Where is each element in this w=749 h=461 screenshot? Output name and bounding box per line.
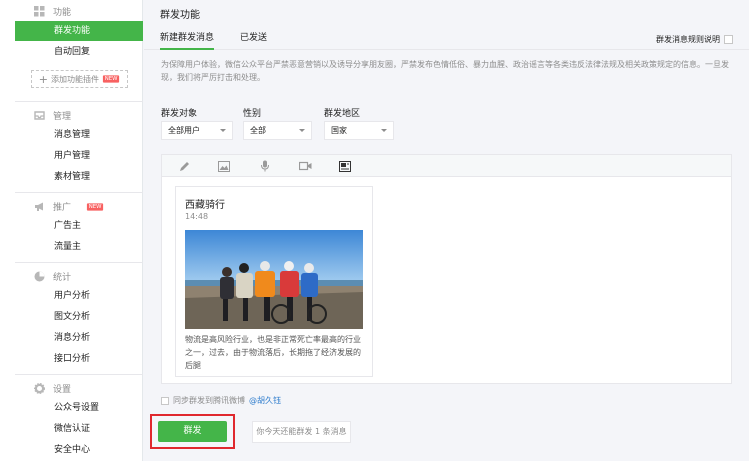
microphone-icon[interactable] [258, 159, 272, 173]
card-description: 物流是高风险行业，也是非正常死亡率最高的行业之一，过去，由于物流落后，长期拖了经… [185, 335, 361, 370]
send-button[interactable]: 群发 [158, 421, 227, 442]
filter-label-target: 群发对象 [161, 109, 198, 119]
tab-new-mass-message[interactable]: 新建群发消息 [160, 28, 215, 50]
filter-label-region: 群发地区 [324, 109, 361, 119]
tab-sent[interactable]: 已发送 [240, 28, 267, 50]
notice-text: 为保障用户体验，微信公众平台严禁恶意营销以及诱导分享朋友圈，严禁发布色情低俗、暴… [161, 60, 729, 82]
gender-select-value: 全部 [250, 126, 266, 135]
card-time: 14:48 [185, 212, 209, 221]
region-select[interactable]: 国家 [324, 121, 394, 140]
sync-weibo-option[interactable]: 同步群发到腾讯微博 @胡久钰 [161, 395, 281, 406]
section-label: 统计 [53, 272, 72, 283]
divider [15, 192, 143, 193]
section-label: 管理 [53, 111, 72, 122]
add-plugin-button[interactable]: + 添加功能插件 NEW [31, 70, 128, 88]
sidebar-item-traffic-owner[interactable]: 流量主 [0, 237, 143, 257]
section-settings: 设置 [0, 378, 143, 398]
sync-checkbox[interactable] [161, 396, 169, 405]
video-icon[interactable] [298, 159, 312, 173]
sidebar-item-message-manage[interactable]: 消息管理 [0, 125, 143, 145]
sidebar-item-material-manage[interactable]: 素材管理 [0, 167, 143, 187]
image-icon[interactable] [217, 159, 231, 173]
document-icon [724, 35, 733, 44]
chevron-down-icon [299, 129, 305, 132]
filter-label-gender: 性别 [243, 109, 262, 119]
page-title: 群发功能 [160, 10, 200, 21]
megaphone-icon [34, 201, 45, 212]
remaining-quota: 你今天还能群发 1 条消息 [252, 421, 351, 443]
sidebar-item-user-manage[interactable]: 用户管理 [0, 146, 143, 166]
section-stats: 统计 [0, 266, 143, 286]
card-title: 西藏骑行 [185, 200, 225, 211]
sidebar-item-article-analysis[interactable]: 图文分析 [0, 307, 143, 327]
gender-select[interactable]: 全部 [243, 121, 312, 140]
sidebar-item-api-analysis[interactable]: 接口分析 [0, 349, 143, 369]
inbox-icon [34, 110, 45, 121]
section-manage: 管理 [0, 105, 143, 125]
sidebar: 功能 群发功能 自动回复 + 添加功能插件 NEW 管理 消息管理 用户管理 素… [0, 0, 143, 461]
weibo-handle-link[interactable]: @胡久钰 [249, 395, 281, 406]
sidebar-item-account-settings[interactable]: 公众号设置 [0, 398, 143, 418]
divider [15, 374, 143, 375]
pie-chart-icon [34, 271, 45, 282]
sidebar-item-mass-send[interactable]: 群发功能 [15, 21, 143, 41]
gear-icon [34, 382, 45, 394]
sidebar-item-wechat-verify[interactable]: 微信认证 [0, 419, 143, 439]
main-panel: 群发功能 新建群发消息 已发送 群发消息规则说明 为保障用户体验，微信公众平台严… [144, 0, 749, 461]
section-label: 设置 [53, 384, 72, 395]
message-editor: 西藏骑行 14:48 物流是高风险行业，也是非正常死亡率最高的行业之一，过去，由… [161, 154, 732, 384]
new-badge: NEW [86, 203, 104, 211]
card-cover-image [185, 230, 363, 329]
sidebar-item-security-center[interactable]: 安全中心 [0, 440, 143, 460]
rules-link[interactable]: 群发消息规则说明 [656, 34, 733, 45]
chevron-down-icon [220, 129, 226, 132]
target-select-value: 全部用户 [168, 126, 200, 135]
sidebar-item-advertiser[interactable]: 广告主 [0, 216, 143, 236]
new-badge: NEW [102, 75, 120, 83]
plus-icon: + [38, 72, 48, 86]
section-label: 功能 [53, 7, 72, 18]
target-select[interactable]: 全部用户 [161, 121, 233, 140]
add-plugin-label: 添加功能插件 [51, 74, 99, 84]
sync-label: 同步群发到腾讯微博 [173, 396, 245, 405]
send-highlight-frame: 群发 [150, 414, 235, 449]
region-select-value: 国家 [331, 126, 347, 135]
editor-toolbar [162, 155, 731, 177]
divider [15, 262, 143, 263]
news-card-icon[interactable] [338, 159, 352, 173]
divider [15, 101, 143, 102]
section-label: 推广 [53, 202, 72, 213]
news-preview-card[interactable]: 西藏骑行 14:48 物流是高风险行业，也是非正常死亡率最高的行业之一，过去，由… [175, 186, 373, 377]
sidebar-item-user-analysis[interactable]: 用户分析 [0, 286, 143, 306]
section-function: 功能 [0, 1, 143, 21]
sidebar-item-message-analysis[interactable]: 消息分析 [0, 328, 143, 348]
pencil-icon[interactable] [177, 159, 191, 173]
rules-link-label: 群发消息规则说明 [656, 35, 720, 44]
grid-icon [34, 5, 45, 17]
chevron-down-icon [381, 129, 387, 132]
sidebar-item-auto-reply[interactable]: 自动回复 [0, 42, 143, 62]
section-promote: 推广 [0, 196, 143, 216]
